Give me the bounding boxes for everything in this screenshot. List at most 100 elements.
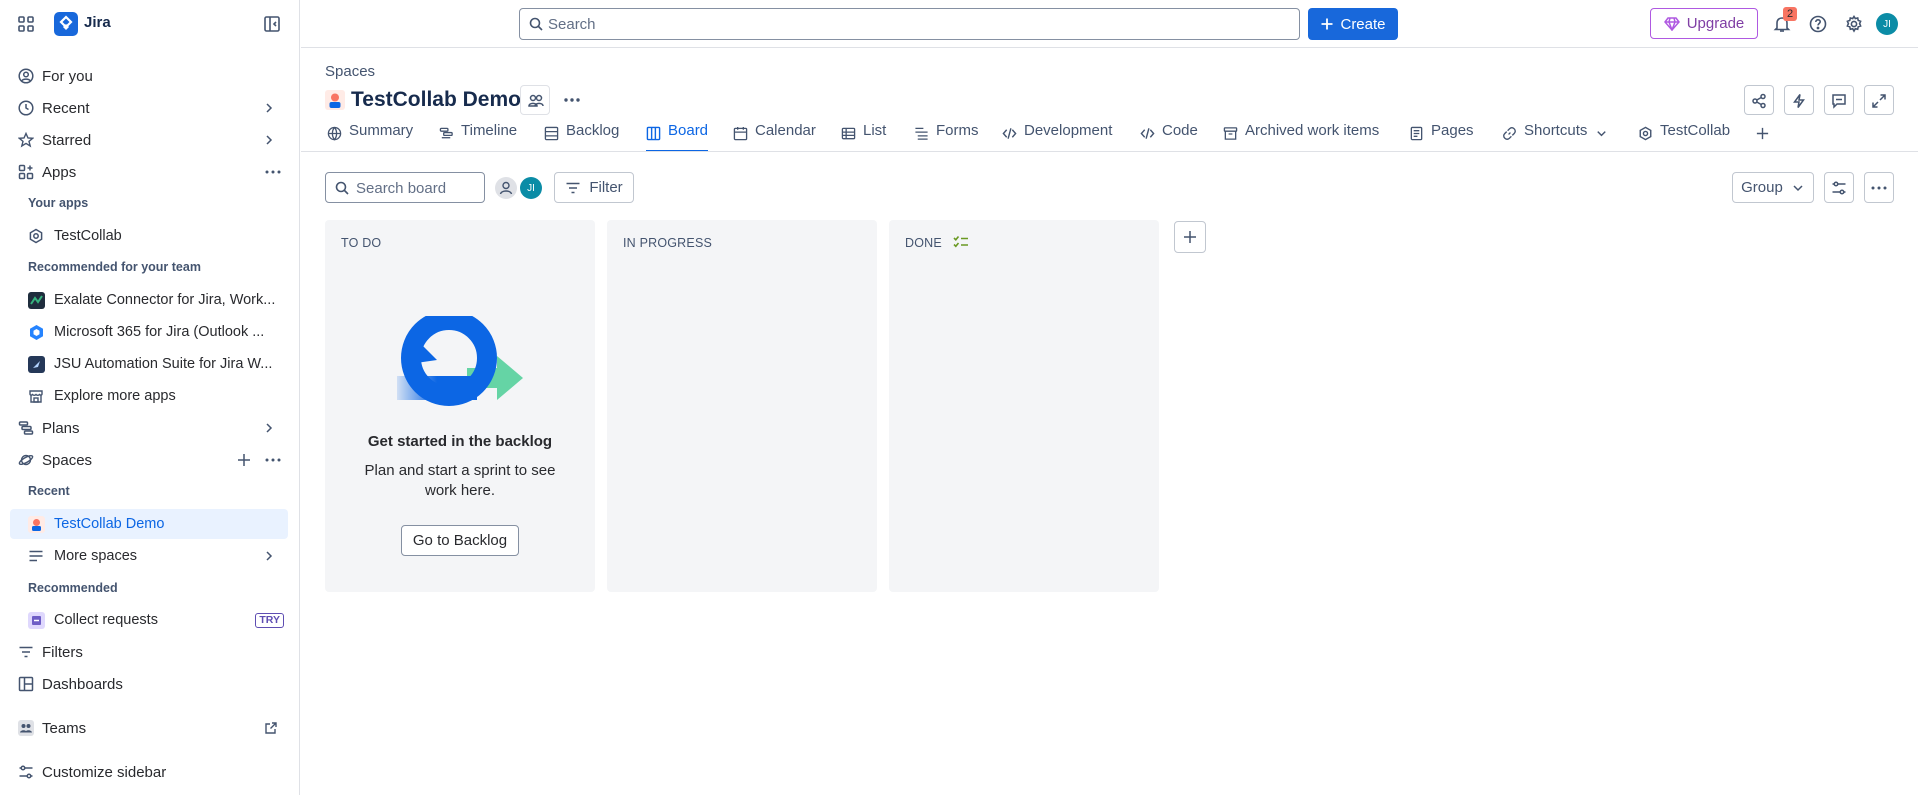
tab-testcollab[interactable]: TestCollab — [1638, 122, 1730, 152]
help-icon[interactable] — [1808, 14, 1828, 34]
sidebar-item-label: Teams — [42, 720, 87, 737]
breadcrumb[interactable]: Spaces — [325, 63, 375, 80]
space-more-icon[interactable] — [562, 92, 582, 108]
chevron-right-icon — [262, 421, 276, 435]
tab-backlog[interactable]: Backlog — [544, 122, 619, 152]
sidebar-item-collect-requests[interactable]: Collect requests TRY — [10, 605, 288, 635]
fullscreen-button[interactable] — [1864, 85, 1894, 115]
view-settings-button[interactable] — [1824, 172, 1854, 203]
user-avatar[interactable]: JI — [1876, 13, 1898, 35]
sidebar-item-jsu[interactable]: JSU Automation Suite for Jira W... — [10, 349, 288, 379]
chevron-down-icon — [1791, 181, 1805, 195]
tab-label: TestCollab — [1660, 122, 1731, 139]
apps-icon — [18, 164, 34, 180]
tab-development[interactable]: Development — [1002, 122, 1112, 152]
feedback-button[interactable] — [1824, 85, 1854, 115]
add-column-button[interactable] — [1174, 221, 1206, 253]
filter-icon — [18, 644, 34, 660]
sidebar-item-label: More spaces — [54, 548, 138, 564]
sidebar-item-label: For you — [42, 68, 93, 85]
sidebar-header: Jira — [0, 0, 300, 48]
add-tab-button[interactable] — [1755, 122, 1770, 152]
sidebar-item-microsoft365[interactable]: Microsoft 365 for Jira (Outlook ... — [10, 317, 288, 347]
sidebar-item-more-spaces[interactable]: More spaces — [10, 541, 288, 571]
tab-archived-work-items[interactable]: Archived work items — [1223, 122, 1379, 152]
group-button[interactable]: Group — [1732, 172, 1814, 203]
tabs-divider — [301, 151, 1918, 152]
global-search[interactable] — [519, 8, 1300, 40]
sidebar-item-filters[interactable]: Filters — [10, 637, 288, 667]
archive-icon — [1223, 126, 1238, 141]
board-search[interactable] — [325, 172, 485, 203]
filter-button[interactable]: Filter — [554, 172, 634, 203]
tab-timeline[interactable]: Timeline — [439, 122, 517, 152]
sidebar-item-apps[interactable]: Apps — [10, 157, 288, 187]
unassigned-avatar-icon[interactable] — [495, 177, 517, 199]
search-icon — [529, 17, 543, 31]
jira-logo-icon[interactable] — [54, 12, 78, 36]
sidebar-item-plans[interactable]: Plans — [10, 413, 288, 443]
tab-calendar[interactable]: Calendar — [733, 122, 816, 152]
backlog-illustration-icon — [397, 316, 523, 412]
testcollab-icon — [28, 228, 44, 244]
tab-pages[interactable]: Pages — [1409, 122, 1474, 152]
create-button[interactable]: Create — [1308, 8, 1398, 40]
sidebar-item-label: Filters — [42, 644, 83, 661]
sidebar-item-starred[interactable]: Starred — [10, 125, 288, 155]
board-column-todo: TO DO Get started in the backlog Plan an… — [325, 220, 595, 592]
chevron-down-icon — [1594, 126, 1609, 141]
column-title: IN PROGRESS — [623, 236, 713, 250]
gem-icon — [1663, 16, 1680, 31]
upgrade-button[interactable]: Upgrade — [1650, 8, 1758, 39]
sidebar-item-spaces[interactable]: Spaces — [10, 445, 288, 475]
search-input[interactable] — [548, 13, 1288, 35]
sidebar-item-explore-apps[interactable]: Explore more apps — [10, 381, 288, 411]
done-checklist-icon — [953, 235, 969, 249]
link-icon — [1502, 126, 1517, 141]
sidebar-item-teams[interactable]: Teams — [10, 713, 288, 743]
plus-icon[interactable] — [236, 452, 252, 468]
space-people-button[interactable] — [520, 85, 550, 115]
empty-state-title: Get started in the backlog — [367, 433, 553, 450]
sidebar-item-customize[interactable]: Customize sidebar — [10, 757, 288, 787]
clock-icon — [18, 100, 34, 116]
sidebar-item-testcollab-app[interactable]: TestCollab — [10, 221, 288, 251]
collapse-sidebar-icon[interactable] — [262, 14, 282, 34]
board-more-button[interactable] — [1864, 172, 1894, 203]
plans-icon — [18, 420, 34, 436]
more-icon[interactable] — [264, 452, 282, 468]
app-switcher-icon[interactable] — [16, 14, 36, 34]
star-icon — [18, 132, 34, 148]
tab-code[interactable]: Code — [1140, 122, 1198, 152]
tab-label: Pages — [1431, 122, 1474, 139]
list-icon — [841, 126, 856, 141]
filter-label: Filter — [589, 179, 623, 196]
tab-list[interactable]: List — [841, 122, 886, 152]
tab-summary[interactable]: Summary — [327, 122, 413, 152]
sidebar-item-testcollab-demo[interactable]: TestCollab Demo — [10, 509, 288, 539]
go-to-backlog-button[interactable]: Go to Backlog — [401, 525, 519, 556]
board-search-input[interactable] — [356, 178, 476, 198]
column-title: TO DO — [341, 236, 382, 250]
app-name[interactable]: Jira — [84, 14, 111, 31]
tab-board[interactable]: Board — [646, 122, 709, 152]
sidebar-item-label: Spaces — [42, 452, 93, 469]
page-title: TestCollab Demo — [351, 88, 521, 111]
column-title: DONE — [905, 236, 942, 250]
store-icon — [28, 388, 44, 404]
sidebar-item-for-you[interactable]: For you — [10, 61, 288, 91]
tab-forms[interactable]: Forms — [914, 122, 979, 152]
sidebar-item-dashboards[interactable]: Dashboards — [10, 669, 288, 699]
user-filter-avatar[interactable]: JI — [520, 177, 542, 199]
sidebar-item-exalate[interactable]: Exalate Connector for Jira, Work... — [10, 285, 288, 315]
spaces-recent-header: Recent — [28, 484, 70, 498]
automation-lightning-button[interactable] — [1784, 85, 1814, 115]
more-icon[interactable] — [264, 164, 282, 180]
share-button[interactable] — [1744, 85, 1774, 115]
settings-gear-icon[interactable] — [1844, 14, 1864, 34]
tab-shortcuts[interactable]: Shortcuts — [1502, 122, 1609, 152]
top-navigation: Create Upgrade 2 JI — [301, 0, 1918, 48]
globe-icon — [327, 126, 342, 141]
sidebar-item-recent[interactable]: Recent — [10, 93, 288, 123]
create-label: Create — [1340, 15, 1386, 33]
